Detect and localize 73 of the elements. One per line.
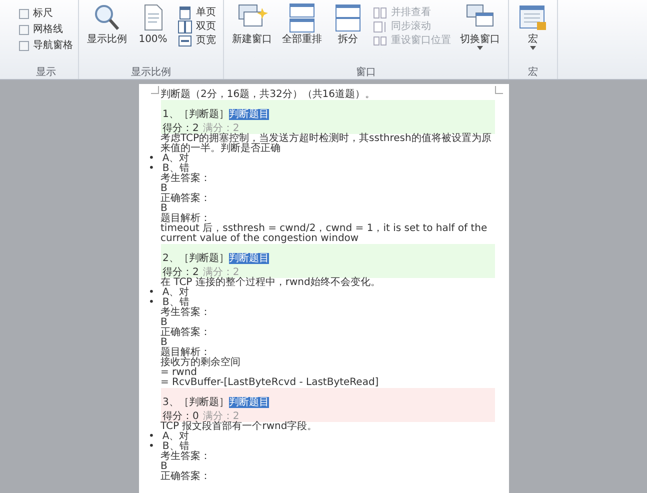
answer-text: 接收方的剩余空间: [160, 358, 242, 368]
bullet: •: [148, 442, 154, 452]
question-number: 2、［判断题］: [162, 253, 229, 264]
ribbon-button[interactable]: 显示比例: [84, 2, 130, 67]
ribbon-button[interactable]: 双页: [176, 20, 218, 34]
group-label: 窗口: [355, 67, 377, 79]
selected-text: 判断题目: [228, 109, 269, 120]
checkbox[interactable]: [19, 9, 29, 19]
question-text: TCP 报文段首部有一个rwnd字段。: [160, 422, 318, 432]
section-title: 判断题（2分，16题，共32分）（共16道题）。: [160, 90, 376, 100]
group-label: 显示比例: [130, 67, 172, 79]
group-label: 宏: [527, 67, 539, 79]
single-page-icon: [178, 6, 192, 20]
answer-text: 考生答案：: [160, 308, 212, 318]
option-text: B、错: [162, 442, 190, 452]
ribbon-button[interactable]: 拆分: [329, 2, 367, 67]
checkbox-label: 导航窗格: [33, 38, 73, 53]
ribbon-button[interactable]: 切换窗口: [457, 2, 503, 67]
ribbon-button[interactable]: 宏: [514, 2, 552, 67]
bullet: •: [148, 298, 154, 308]
answer-text: 正确答案：: [160, 194, 212, 204]
question-text: 在 TCP 连接的整个过程中，rwnd始终不会变化。: [160, 278, 382, 288]
reset-windows-icon: [373, 34, 387, 48]
sync-scroll-icon: [373, 20, 387, 34]
option-text: A、对: [162, 154, 190, 164]
option-text: B、错: [162, 298, 190, 308]
option-text: A、对: [162, 432, 190, 442]
checkbox-label: 标尺: [33, 6, 53, 21]
answer-text: B: [160, 462, 168, 472]
bullet: •: [148, 288, 154, 298]
full-score-text: 满分：2: [202, 124, 240, 134]
question-number: 1、［判断题］: [162, 109, 229, 120]
group-label: 显示: [35, 67, 57, 79]
side-by-side-icon: [373, 6, 387, 20]
ribbon-button[interactable]: 页宽: [176, 34, 218, 48]
bullet: •: [148, 164, 154, 174]
full-score-text: 满分：2: [202, 268, 240, 278]
score-text: 得分：2: [162, 268, 199, 278]
bullet: •: [148, 154, 154, 164]
checkbox[interactable]: [19, 25, 29, 35]
answer-text: 题目解析：: [160, 214, 210, 224]
ribbon-button[interactable]: 单页: [176, 6, 218, 20]
answer-text: = rwnd: [160, 368, 198, 378]
answer-text: 正确答案：: [160, 472, 212, 482]
answer-text: = RcvBuffer-[LastByteRcvd - LastByteRead]: [160, 378, 380, 388]
two-pages-icon: [178, 20, 192, 34]
answer-text: B: [160, 318, 168, 328]
answer-text: 考生答案：: [160, 174, 212, 184]
ribbon-button[interactable]: 新建窗口: [229, 2, 275, 67]
answer-text: 题目解析：: [160, 348, 210, 358]
option-text: A、对: [162, 288, 190, 298]
full-score-text: 满分：2: [202, 412, 240, 422]
selected-text: 判断题目: [228, 253, 269, 264]
page-width-icon: [178, 34, 192, 48]
checkbox[interactable]: [19, 41, 29, 51]
ribbon-button[interactable]: 100%: [134, 2, 172, 67]
answer-text: B: [160, 338, 168, 348]
ribbon-button[interactable]: 全部重排: [279, 2, 325, 67]
score-text: 得分：0: [162, 412, 199, 422]
answer-text: 考生答案：: [160, 452, 212, 462]
answer-text: timeout 后，ssthresh = cwnd/2，cwnd = 1，it is set to half of the current value of the congestion window: [160, 224, 488, 244]
answer-text: B: [160, 184, 168, 194]
checkbox-label: 网格线: [33, 22, 63, 37]
bullet: •: [148, 432, 154, 442]
margin-corner-mark: [494, 86, 502, 94]
question-text: 考虑TCP的拥塞控制，当发送方超时检测时，其ssthresh的值将被设置为原来值的一半。判断是否正确: [160, 134, 492, 154]
option-text: B、错: [162, 164, 190, 174]
margin-corner-mark: [150, 86, 158, 94]
selected-text: 判断题目: [228, 397, 269, 408]
score-text: 得分：2: [162, 124, 199, 134]
answer-text: B: [160, 204, 168, 214]
question-number: 3、［判断题］: [162, 397, 229, 408]
answer-text: 正确答案：: [160, 328, 212, 338]
